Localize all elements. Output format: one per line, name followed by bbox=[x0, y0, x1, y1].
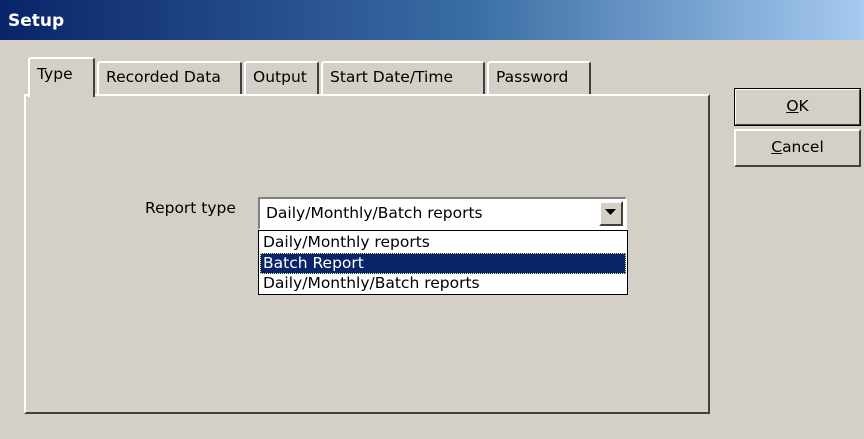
dropdown-option-daily-monthly-batch[interactable]: Daily/Monthly/Batch reports bbox=[260, 273, 626, 294]
report-type-label: Report type bbox=[145, 199, 236, 217]
tab-password[interactable]: Password bbox=[487, 61, 591, 95]
chevron-down-icon bbox=[605, 209, 616, 215]
window-title: Setup bbox=[8, 11, 65, 31]
report-type-value: Daily/Monthly/Batch reports bbox=[266, 204, 483, 222]
cancel-button[interactable]: Cancel bbox=[734, 129, 861, 167]
report-type-dropdown-list: Daily/Monthly reports Batch Report Daily… bbox=[258, 230, 628, 295]
report-type-combobox[interactable]: Daily/Monthly/Batch reports bbox=[258, 197, 627, 230]
tab-type[interactable]: Type bbox=[28, 57, 95, 97]
cancel-mnemonic: C bbox=[771, 138, 783, 156]
tab-start-date-time[interactable]: Start Date/Time bbox=[321, 61, 485, 95]
dropdown-arrow-button[interactable] bbox=[599, 201, 623, 226]
cancel-label-rest: ancel bbox=[782, 138, 824, 156]
setup-dialog: Setup Type Recorded Data Output Start Da… bbox=[0, 0, 864, 439]
tab-label: Password bbox=[496, 68, 569, 86]
title-bar[interactable]: Setup bbox=[0, 0, 864, 40]
ok-label-rest: K bbox=[798, 97, 809, 115]
tab-label: Start Date/Time bbox=[330, 68, 453, 86]
dropdown-option-batch-report[interactable]: Batch Report bbox=[260, 253, 626, 274]
tab-label: Type bbox=[37, 65, 73, 83]
ok-mnemonic: O bbox=[786, 97, 799, 115]
dropdown-option-daily-monthly[interactable]: Daily/Monthly reports bbox=[260, 232, 626, 253]
tab-label: Recorded Data bbox=[106, 68, 221, 86]
tab-output[interactable]: Output bbox=[244, 61, 319, 95]
tab-label: Output bbox=[253, 68, 307, 86]
ok-button[interactable]: OK bbox=[734, 88, 861, 126]
tab-recorded-data[interactable]: Recorded Data bbox=[97, 61, 242, 95]
